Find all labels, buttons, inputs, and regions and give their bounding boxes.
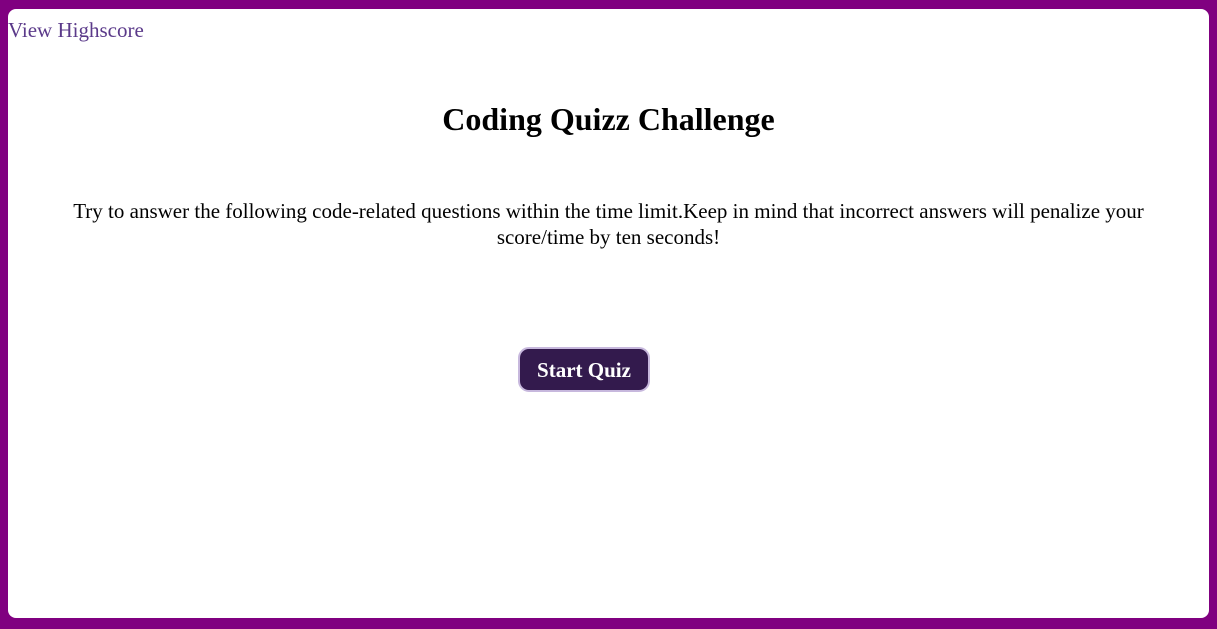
view-highscore-link[interactable]: View Highscore [8, 17, 144, 43]
quiz-instructions: Try to answer the following code-related… [73, 199, 1144, 249]
quiz-container: View Highscore Coding Quizz Challenge Tr… [8, 9, 1209, 618]
page-title: Coding Quizz Challenge [442, 101, 775, 137]
start-quiz-button[interactable]: Start Quiz [518, 347, 650, 392]
